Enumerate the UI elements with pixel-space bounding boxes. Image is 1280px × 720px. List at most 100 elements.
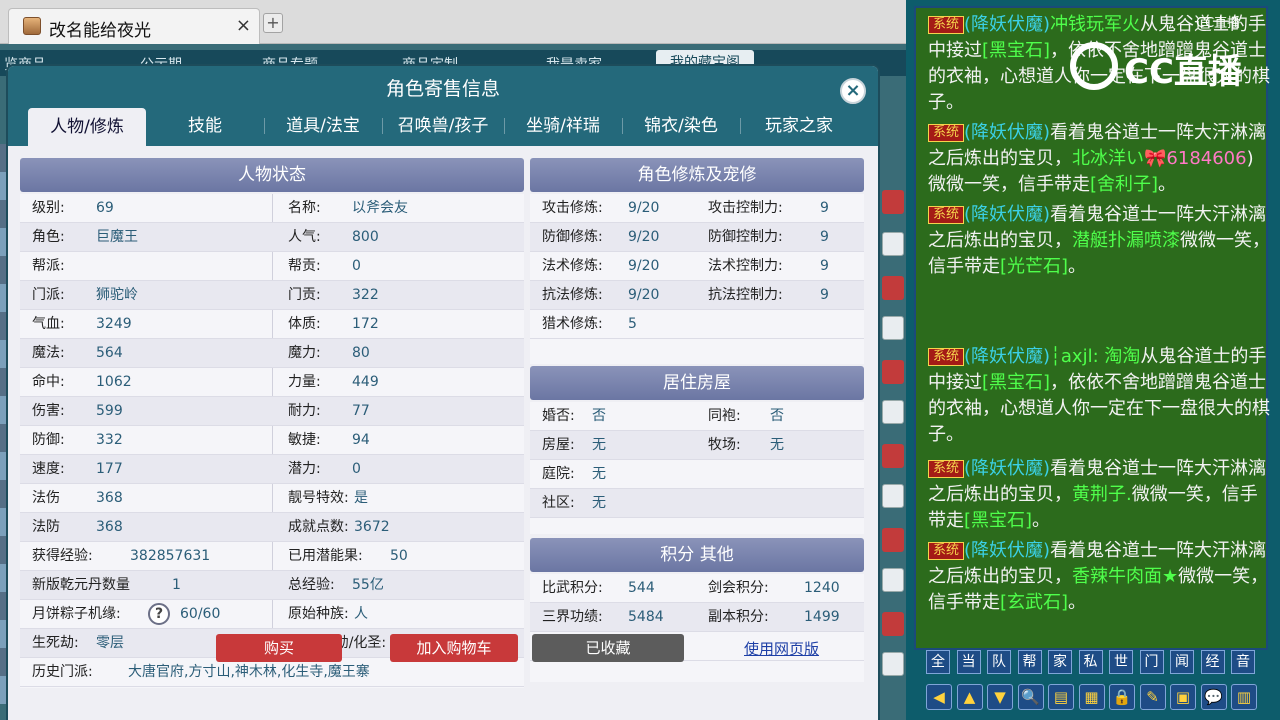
up-icon[interactable]: ▲: [956, 684, 983, 710]
bg-action-button[interactable]: [882, 528, 904, 552]
bg-action-button[interactable]: [882, 484, 904, 508]
tab-separator: [504, 118, 505, 134]
chat-text: 。: [1158, 174, 1177, 195]
tab-player-home[interactable]: 玩家之家: [742, 106, 856, 146]
housing-row: 庭院: 无: [530, 460, 864, 489]
history-row: 历史门派: 大唐官府,方寸山,神木林,化生寺,魔王寨: [20, 658, 524, 687]
close-tab-icon[interactable]: ×: [236, 15, 251, 36]
bg-action-button[interactable]: [882, 316, 904, 340]
status-row: 速度: 177 潜力: 0: [20, 455, 524, 484]
list-icon[interactable]: ▤: [1048, 684, 1074, 710]
status-label: 命中:: [32, 374, 65, 390]
use-web-version-link[interactable]: 使用网页版: [744, 638, 819, 659]
chat-text: (降妖伏魔): [964, 458, 1051, 479]
search-icon[interactable]: 🔍: [1017, 684, 1044, 710]
cc-logo-text: CC直播: [1124, 52, 1242, 92]
status-label: 帮派:: [32, 258, 65, 274]
cultivation-value: 9/20: [628, 229, 660, 245]
status-row: 防御: 332 敏捷: 94: [20, 426, 524, 455]
bg-action-button[interactable]: [882, 400, 904, 424]
tab-mounts[interactable]: 坐骑/祥瑞: [506, 106, 620, 146]
housing-label: 房屋:: [542, 437, 575, 453]
close-icon[interactable]: ×: [840, 78, 866, 104]
cultivation-label: 攻击修炼:: [542, 200, 603, 216]
tab-character-cultivation[interactable]: 人物/修炼: [28, 108, 146, 146]
chat-text: 北冰洋い: [1072, 148, 1144, 169]
points-value: 544: [628, 580, 655, 596]
housing-label: 牧场:: [708, 437, 741, 453]
housing-row: 房屋: 无 牧场: 无: [530, 431, 864, 460]
chat-channel-button[interactable]: 闻: [1170, 650, 1194, 674]
panel-title-cultivation: 角色修炼及宠修: [530, 158, 864, 192]
chat-text: 。: [1068, 256, 1087, 277]
status-row: 气血: 3249 体质: 172: [20, 310, 524, 339]
chat-channel-button[interactable]: 经: [1200, 650, 1225, 674]
cultivation-value: 9/20: [628, 287, 660, 303]
browser-tab[interactable]: 改名能给夜光 ×: [8, 8, 260, 44]
bg-action-button[interactable]: [882, 568, 904, 592]
status-value: 人: [354, 606, 368, 622]
cultivation-label: 防御控制力:: [708, 229, 783, 245]
pen-icon[interactable]: ✎: [1139, 684, 1166, 710]
tab-outfits[interactable]: 锦衣/染色: [624, 106, 738, 146]
lock-icon[interactable]: 🔒: [1109, 684, 1135, 710]
chat-text: [光芒石]: [1000, 256, 1069, 277]
chat-text: ┆axjl: 淘淘: [1050, 346, 1141, 367]
status-value: 69: [96, 200, 114, 216]
cultivation-label: 抗法修炼:: [542, 287, 603, 303]
favorited-button[interactable]: 已收藏: [532, 634, 684, 662]
panel-title-status: 人物状态: [20, 158, 524, 192]
chat-message: 系统 (降妖伏魔)看着鬼谷道士一阵大汗淋漓之后炼出的宝贝，香辣牛肉面★微微一笑，信…: [928, 538, 1270, 616]
panel-title-points: 积分 其他: [530, 538, 864, 572]
window-icon[interactable]: ▣: [1170, 684, 1196, 710]
chat-text: 6184606: [1166, 148, 1247, 169]
chat-message: 系统 (降妖伏魔)看着鬼谷道士一阵大汗淋漓之后炼出的宝贝，黄荆子.微微一笑，信手带…: [928, 456, 1270, 534]
housing-value: 无: [592, 495, 606, 511]
new-tab-button[interactable]: +: [263, 13, 283, 33]
bg-action-button[interactable]: [882, 190, 904, 214]
chat-tool-bar: ◀ ▲ ▼ 🔍 ▤ ▦ 🔒 ✎ ▣ 💬 ▥: [926, 684, 1266, 712]
chat-channel-button[interactable]: 家: [1048, 650, 1072, 674]
chat-channel-button[interactable]: 世: [1109, 650, 1133, 674]
add-to-cart-button[interactable]: 加入购物车: [390, 634, 518, 662]
tab-skills[interactable]: 技能: [148, 106, 262, 146]
system-tag: 系统: [928, 16, 965, 34]
bg-action-button[interactable]: [882, 652, 904, 676]
menu-icon[interactable]: ▥: [1231, 684, 1257, 710]
status-label: 靓号特效:: [288, 490, 349, 506]
bg-action-button[interactable]: [882, 276, 904, 300]
chat-channel-button[interactable]: 全: [926, 650, 950, 674]
bg-action-button[interactable]: [882, 360, 904, 384]
chat-channel-button[interactable]: 门: [1139, 650, 1164, 674]
chat-text: [黑宝石]: [982, 372, 1051, 393]
tab-pets[interactable]: 召唤兽/孩子: [384, 106, 502, 146]
help-icon[interactable]: ?: [148, 600, 170, 629]
chat-messages[interactable]: 系统 (降妖伏魔)冲钱玩军火从鬼谷道士的手中接过[黑宝石]，依依不舍地蹭蹭鬼谷道士…: [914, 6, 1270, 650]
bg-action-button[interactable]: [882, 444, 904, 468]
bg-action-button[interactable]: [882, 232, 904, 256]
tab-items[interactable]: 道具/法宝: [266, 106, 380, 146]
chat-bubble-icon[interactable]: 💬: [1200, 684, 1227, 710]
points-label: 剑会积分:: [708, 580, 769, 596]
housing-value: 无: [592, 437, 606, 453]
down-icon[interactable]: ▼: [987, 684, 1013, 710]
back-icon[interactable]: ◀: [926, 684, 952, 710]
chat-channel-button[interactable]: 音: [1231, 650, 1255, 674]
status-label: 力量:: [288, 374, 321, 390]
grid-icon[interactable]: ▦: [1078, 684, 1105, 710]
chat-channel-button[interactable]: 私: [1078, 650, 1103, 674]
chat-channel-button[interactable]: 帮: [1017, 650, 1042, 674]
status-label: 敏捷:: [288, 432, 321, 448]
chat-text: 潜艇扑漏喷漆: [1072, 230, 1180, 251]
status-value: 50: [390, 548, 408, 564]
buy-button[interactable]: 购买: [216, 634, 342, 662]
bg-action-button[interactable]: [882, 612, 904, 636]
status-label: 法防: [32, 519, 60, 535]
chat-channel-bar: 全当队帮家私世门闻经音: [926, 650, 1266, 676]
chat-channel-button[interactable]: 队: [987, 650, 1011, 674]
chat-channel-button[interactable]: 当: [956, 650, 981, 674]
cc-watermark-small: CC直播: [1196, 16, 1241, 31]
status-label: 魔力:: [288, 345, 321, 361]
status-value: 332: [96, 432, 123, 448]
cultivation-label: 抗法控制力:: [708, 287, 783, 303]
